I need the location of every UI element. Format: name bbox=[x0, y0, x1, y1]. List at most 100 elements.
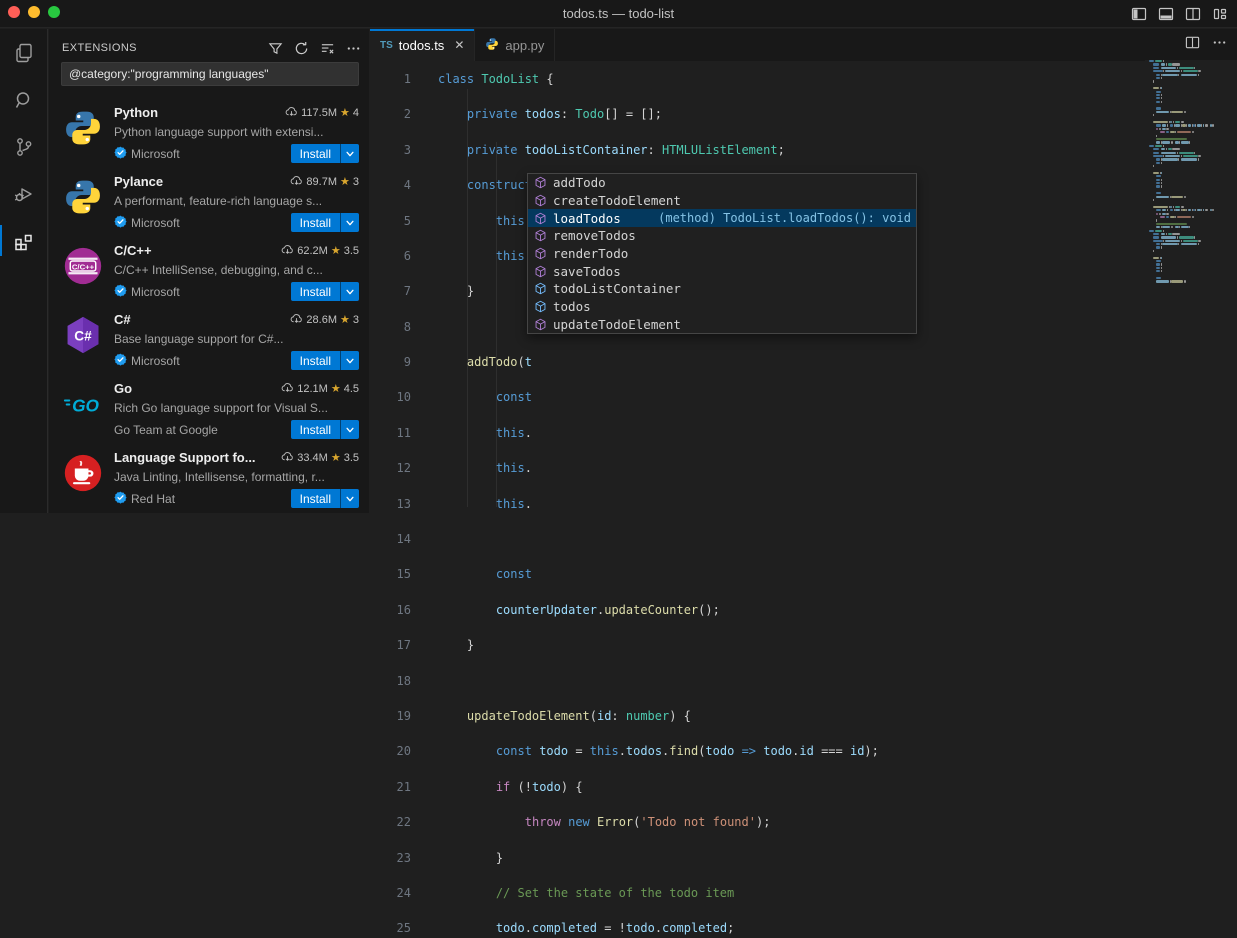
verified-publisher-icon bbox=[114, 353, 127, 369]
install-dropdown-icon[interactable] bbox=[340, 351, 359, 370]
editor-group: TS todos.ts ✕ app.py 1class TodoList {2p… bbox=[370, 29, 1237, 513]
more-actions-icon[interactable] bbox=[345, 40, 361, 56]
editor-tabbar: TS todos.ts ✕ app.py bbox=[370, 29, 1237, 61]
suggest-item-updateTodoElement[interactable]: updateTodoElement bbox=[528, 316, 916, 334]
activity-bar-item-search[interactable] bbox=[0, 76, 48, 123]
extension-publisher: Microsoft bbox=[131, 147, 180, 161]
install-button[interactable]: Install bbox=[291, 489, 340, 508]
code-line: 19updateTodoElement(id: number) { bbox=[370, 708, 1145, 726]
suggest-item-todoListContainer[interactable]: todoListContainer bbox=[528, 280, 916, 298]
suggest-item-loadTodos[interactable]: loadTodos (method) TodoList.loadTodos(): … bbox=[528, 209, 916, 227]
titlebar: todos.ts — todo-list bbox=[0, 0, 1237, 28]
activity-bar-item-explorer[interactable] bbox=[0, 29, 48, 76]
extensions-search-input[interactable] bbox=[61, 62, 359, 86]
extension-description: Java Linting, Intellisense, formatting, … bbox=[114, 468, 359, 486]
extension-publisher: Red Hat bbox=[131, 492, 175, 506]
extension-list-item[interactable]: GOGo12.1M★4.5Rich Go language support fo… bbox=[49, 371, 369, 440]
suggest-item-renderTodo[interactable]: renderTodo bbox=[528, 245, 916, 263]
suggest-label: addTodo bbox=[553, 175, 606, 190]
method-icon bbox=[533, 228, 548, 243]
minimap-line bbox=[1145, 280, 1237, 283]
tab-app-py[interactable]: app.py bbox=[475, 29, 555, 61]
extension-name: C/C++ bbox=[114, 243, 275, 258]
download-count-icon bbox=[290, 313, 303, 327]
customize-layout-icon[interactable] bbox=[1211, 5, 1229, 23]
extension-publisher: Microsoft bbox=[131, 216, 180, 230]
extension-list-item[interactable]: Python117.5M★4Python language support wi… bbox=[49, 95, 369, 164]
code-line: 24// Set the state of the todo item bbox=[370, 885, 1145, 903]
line-number: 19 bbox=[370, 708, 411, 726]
editor-more-actions-icon[interactable] bbox=[1212, 35, 1227, 55]
suggest-label: loadTodos bbox=[553, 211, 621, 226]
install-button[interactable]: Install bbox=[291, 213, 340, 232]
toggle-panel-icon[interactable] bbox=[1157, 5, 1175, 23]
download-count-icon bbox=[281, 451, 294, 465]
line-number: 9 bbox=[370, 354, 411, 372]
install-button[interactable]: Install bbox=[291, 282, 340, 301]
extension-name: C# bbox=[114, 312, 284, 327]
toggle-primary-sidebar-icon[interactable] bbox=[1130, 5, 1148, 23]
line-number: 17 bbox=[370, 637, 411, 655]
extension-rating: 4 bbox=[353, 107, 359, 119]
python-extension-icon bbox=[62, 176, 104, 218]
install-dropdown-icon[interactable] bbox=[340, 213, 359, 232]
suggest-label: removeTodos bbox=[553, 228, 636, 243]
toggle-secondary-sidebar-icon[interactable] bbox=[1184, 5, 1202, 23]
extension-list-item[interactable]: Language Support fo...33.4M★3.5Java Lint… bbox=[49, 440, 369, 509]
extension-name: Go bbox=[114, 381, 275, 396]
refresh-icon[interactable] bbox=[293, 40, 309, 56]
extension-list-item[interactable]: Pylance89.7M★3A performant, feature-rich… bbox=[49, 164, 369, 233]
extension-list-item[interactable]: C#C#28.6M★3Base language support for C#.… bbox=[49, 302, 369, 371]
split-editor-icon[interactable] bbox=[1185, 35, 1200, 55]
tab-todos-ts[interactable]: TS todos.ts ✕ bbox=[370, 29, 475, 61]
suggest-item-removeTodos[interactable]: removeTodos bbox=[528, 227, 916, 245]
activity-bar-item-source-control[interactable] bbox=[0, 123, 48, 170]
install-dropdown-icon[interactable] bbox=[340, 489, 359, 508]
go-extension-icon: GO bbox=[62, 383, 104, 425]
install-dropdown-icon[interactable] bbox=[340, 144, 359, 163]
extension-rating: 3.5 bbox=[344, 245, 359, 257]
extensions-list: Python117.5M★4Python language support wi… bbox=[49, 95, 369, 513]
extension-list-item[interactable]: C/C++C/C++62.2M★3.5C/C++ IntelliSense, d… bbox=[49, 233, 369, 302]
download-count-icon bbox=[281, 382, 294, 396]
csharp-extension-icon: C# bbox=[62, 314, 104, 356]
clear-search-results-icon[interactable] bbox=[319, 40, 335, 56]
suggest-item-createTodoElement[interactable]: createTodoElement bbox=[528, 192, 916, 210]
field-icon bbox=[533, 281, 548, 296]
line-number: 14 bbox=[370, 531, 411, 549]
minimap[interactable] bbox=[1145, 60, 1237, 513]
extension-downloads: 89.7M bbox=[306, 176, 337, 188]
filter-icon[interactable] bbox=[267, 40, 283, 56]
code-line: 12this. bbox=[370, 460, 1145, 478]
extensions-sidebar: EXTENSIONS Python117.5M★4Python language… bbox=[49, 29, 369, 513]
svg-text:C/C++: C/C++ bbox=[72, 262, 95, 271]
code-line: 25todo.completed = !todo.completed; bbox=[370, 920, 1145, 938]
suggest-detail: (method) TodoList.loadTodos(): void bbox=[658, 211, 911, 225]
extension-description: A performant, feature-rich language s... bbox=[114, 192, 359, 210]
line-number: 2 bbox=[370, 106, 411, 124]
suggest-label: updateTodoElement bbox=[553, 317, 681, 332]
activity-bar-item-extensions[interactable] bbox=[0, 217, 48, 264]
svg-text:GO: GO bbox=[72, 395, 99, 415]
suggest-item-todos[interactable]: todos bbox=[528, 298, 916, 316]
line-number: 18 bbox=[370, 673, 411, 691]
extension-rating: 3 bbox=[353, 176, 359, 188]
extension-rating: 3 bbox=[353, 314, 359, 326]
activity-bar-item-run-debug[interactable] bbox=[0, 170, 48, 217]
install-button[interactable]: Install bbox=[291, 420, 340, 439]
install-dropdown-icon[interactable] bbox=[340, 420, 359, 439]
install-button[interactable]: Install bbox=[291, 144, 340, 163]
verified-publisher-icon bbox=[114, 284, 127, 300]
suggest-item-addTodo[interactable]: addTodo bbox=[528, 174, 916, 192]
method-icon bbox=[533, 317, 548, 332]
suggest-item-saveTodos[interactable]: saveTodos bbox=[528, 262, 916, 280]
code-line: 10const bbox=[370, 389, 1145, 407]
install-dropdown-icon[interactable] bbox=[340, 282, 359, 301]
close-tab-icon[interactable]: ✕ bbox=[454, 38, 464, 52]
python-extension-icon bbox=[62, 107, 104, 149]
install-button[interactable]: Install bbox=[291, 351, 340, 370]
extension-publisher: Microsoft bbox=[131, 354, 180, 368]
line-number: 24 bbox=[370, 885, 411, 903]
code-line: 16counterUpdater.updateCounter(); bbox=[370, 602, 1145, 620]
extension-downloads: 28.6M bbox=[306, 314, 337, 326]
